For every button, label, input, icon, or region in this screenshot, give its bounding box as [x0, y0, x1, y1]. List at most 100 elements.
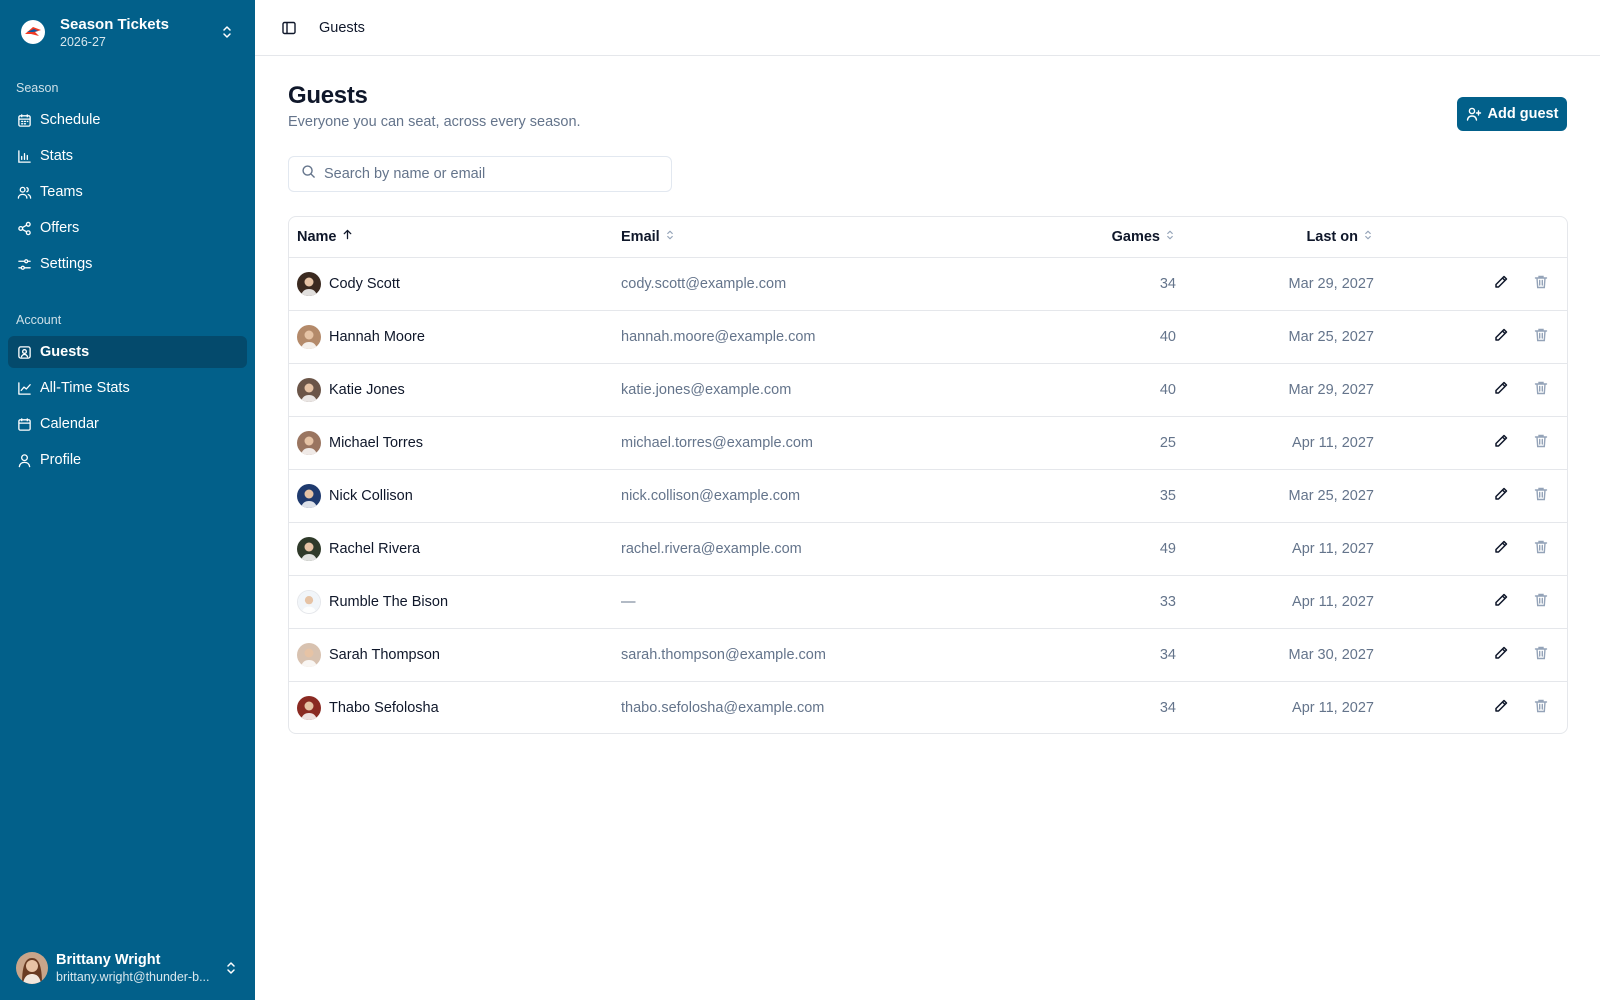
- guest-games: 33: [1159, 593, 1176, 610]
- add-guest-label: Add guest: [1487, 106, 1559, 122]
- column-label: Games: [1111, 228, 1160, 245]
- table-row[interactable]: Sarah Thompson sarah.thompson@example.co…: [289, 628, 1567, 681]
- group-label-account: Account: [16, 313, 62, 327]
- sidebar-item-schedule[interactable]: Schedule: [8, 104, 247, 136]
- pencil-icon: [1493, 539, 1509, 559]
- delete-guest-button[interactable]: [1525, 639, 1557, 671]
- search-input[interactable]: [324, 166, 654, 182]
- app-title: Season Tickets: [60, 15, 169, 33]
- table-row[interactable]: Nick Collison nick.collison@example.com …: [289, 469, 1567, 522]
- sidebar-item-label: Profile: [40, 452, 82, 468]
- delete-guest-button[interactable]: [1525, 268, 1557, 300]
- sidebar-item-offers[interactable]: Offers: [8, 212, 247, 244]
- sidebar-item-settings[interactable]: Settings: [8, 248, 247, 280]
- edit-guest-button[interactable]: [1485, 321, 1517, 353]
- guest-email: cody.scott@example.com: [621, 275, 787, 292]
- column-label: Email: [621, 228, 660, 245]
- guest-games: 34: [1159, 646, 1176, 663]
- edit-guest-button[interactable]: [1485, 268, 1517, 300]
- sidebar-item-label: Guests: [40, 344, 90, 360]
- avatar: [297, 483, 321, 508]
- delete-guest-button[interactable]: [1525, 586, 1557, 618]
- delete-guest-button[interactable]: [1525, 692, 1557, 724]
- guest-email: sarah.thompson@example.com: [621, 646, 826, 663]
- delete-guest-button[interactable]: [1525, 533, 1557, 565]
- guest-last-on: Apr 11, 2027: [1292, 699, 1374, 716]
- top-bar: Guests: [255, 0, 1600, 56]
- trash-icon: [1533, 645, 1549, 665]
- sidebar-item-stats[interactable]: Stats: [8, 140, 247, 172]
- guest-last-on: Mar 25, 2027: [1288, 328, 1374, 345]
- arrow-up-icon: [341, 228, 354, 245]
- user-menu[interactable]: Brittany Wright brittany.wright@thunder-…: [8, 942, 247, 994]
- guest-name: Katie Jones: [329, 381, 405, 398]
- chevrons-up-down-icon: [1164, 229, 1176, 245]
- guest-games: 25: [1159, 434, 1176, 451]
- guest-games: 35: [1159, 487, 1176, 504]
- edit-guest-button[interactable]: [1485, 533, 1517, 565]
- column-label: Name: [297, 228, 337, 245]
- guests-table: Name Email Games Last on Cody Scott cody…: [288, 216, 1568, 734]
- table-row[interactable]: Rachel Rivera rachel.rivera@example.com …: [289, 522, 1567, 575]
- avatar: [297, 271, 321, 296]
- table-row[interactable]: Hannah Moore hannah.moore@example.com 40…: [289, 310, 1567, 363]
- delete-guest-button[interactable]: [1525, 480, 1557, 512]
- sidebar-item-label: Teams: [40, 184, 83, 200]
- edit-guest-button[interactable]: [1485, 480, 1517, 512]
- table-row[interactable]: Thabo Sefolosha thabo.sefolosha@example.…: [289, 681, 1567, 733]
- bar-chart-icon: [16, 148, 32, 164]
- delete-guest-button[interactable]: [1525, 374, 1557, 406]
- season-switcher[interactable]: Season Tickets 2026-27: [8, 8, 247, 56]
- line-chart-icon: [16, 380, 32, 396]
- table-row[interactable]: Cody Scott cody.scott@example.com 34 Mar…: [289, 257, 1567, 310]
- guest-email: katie.jones@example.com: [621, 381, 792, 398]
- add-guest-button[interactable]: Add guest: [1457, 97, 1567, 131]
- guest-last-on: Mar 29, 2027: [1288, 275, 1374, 292]
- guest-name: Michael Torres: [329, 434, 424, 451]
- user-email: brittany.wright@thunder-b...: [56, 970, 210, 984]
- guest-last-on: Mar 29, 2027: [1288, 381, 1374, 398]
- guest-games: 40: [1159, 328, 1176, 345]
- column-header-games[interactable]: Games: [1020, 217, 1184, 257]
- page-title: Guests: [288, 82, 368, 109]
- pencil-icon: [1493, 698, 1509, 718]
- edit-guest-button[interactable]: [1485, 639, 1517, 671]
- column-header-email[interactable]: Email: [613, 217, 1020, 257]
- app-subtitle: 2026-27: [60, 34, 106, 49]
- guest-name: Cody Scott: [329, 275, 400, 292]
- sidebar-item-teams[interactable]: Teams: [8, 176, 247, 208]
- avatar: [297, 695, 321, 720]
- guest-name: Hannah Moore: [329, 328, 425, 345]
- table-row[interactable]: Michael Torres michael.torres@example.co…: [289, 416, 1567, 469]
- chevrons-up-down-icon: [1362, 229, 1374, 245]
- avatar: [297, 377, 321, 402]
- sidebar-item-calendar[interactable]: Calendar: [8, 408, 247, 440]
- guest-email: michael.torres@example.com: [621, 434, 814, 451]
- guest-email: hannah.moore@example.com: [621, 328, 816, 345]
- table-header-row: Name Email Games Last on: [289, 217, 1567, 257]
- table-row[interactable]: Katie Jones katie.jones@example.com 40 M…: [289, 363, 1567, 416]
- user-name: Brittany Wright: [56, 952, 161, 968]
- panel-left-icon[interactable]: [275, 14, 303, 42]
- table-row[interactable]: Rumble The Bison — 33 Apr 11, 2027: [289, 575, 1567, 628]
- delete-guest-button[interactable]: [1525, 427, 1557, 459]
- avatar: [297, 642, 321, 667]
- trash-icon: [1533, 433, 1549, 453]
- sidebar-item-all-time-stats[interactable]: All-Time Stats: [8, 372, 247, 404]
- delete-guest-button[interactable]: [1525, 321, 1557, 353]
- column-header-last-on[interactable]: Last on: [1184, 217, 1382, 257]
- edit-guest-button[interactable]: [1485, 692, 1517, 724]
- sidebar-item-profile[interactable]: Profile: [8, 444, 247, 476]
- guest-email: rachel.rivera@example.com: [621, 540, 802, 557]
- pencil-icon: [1493, 327, 1509, 347]
- edit-guest-button[interactable]: [1485, 374, 1517, 406]
- column-header-actions: [1382, 217, 1567, 257]
- column-header-name[interactable]: Name: [289, 217, 613, 257]
- edit-guest-button[interactable]: [1485, 427, 1517, 459]
- pencil-icon: [1493, 486, 1509, 506]
- edit-guest-button[interactable]: [1485, 586, 1517, 618]
- sliders-icon: [16, 256, 32, 272]
- sidebar-item-guests[interactable]: Guests: [8, 336, 247, 368]
- guest-games: 40: [1159, 381, 1176, 398]
- avatar: [297, 324, 321, 349]
